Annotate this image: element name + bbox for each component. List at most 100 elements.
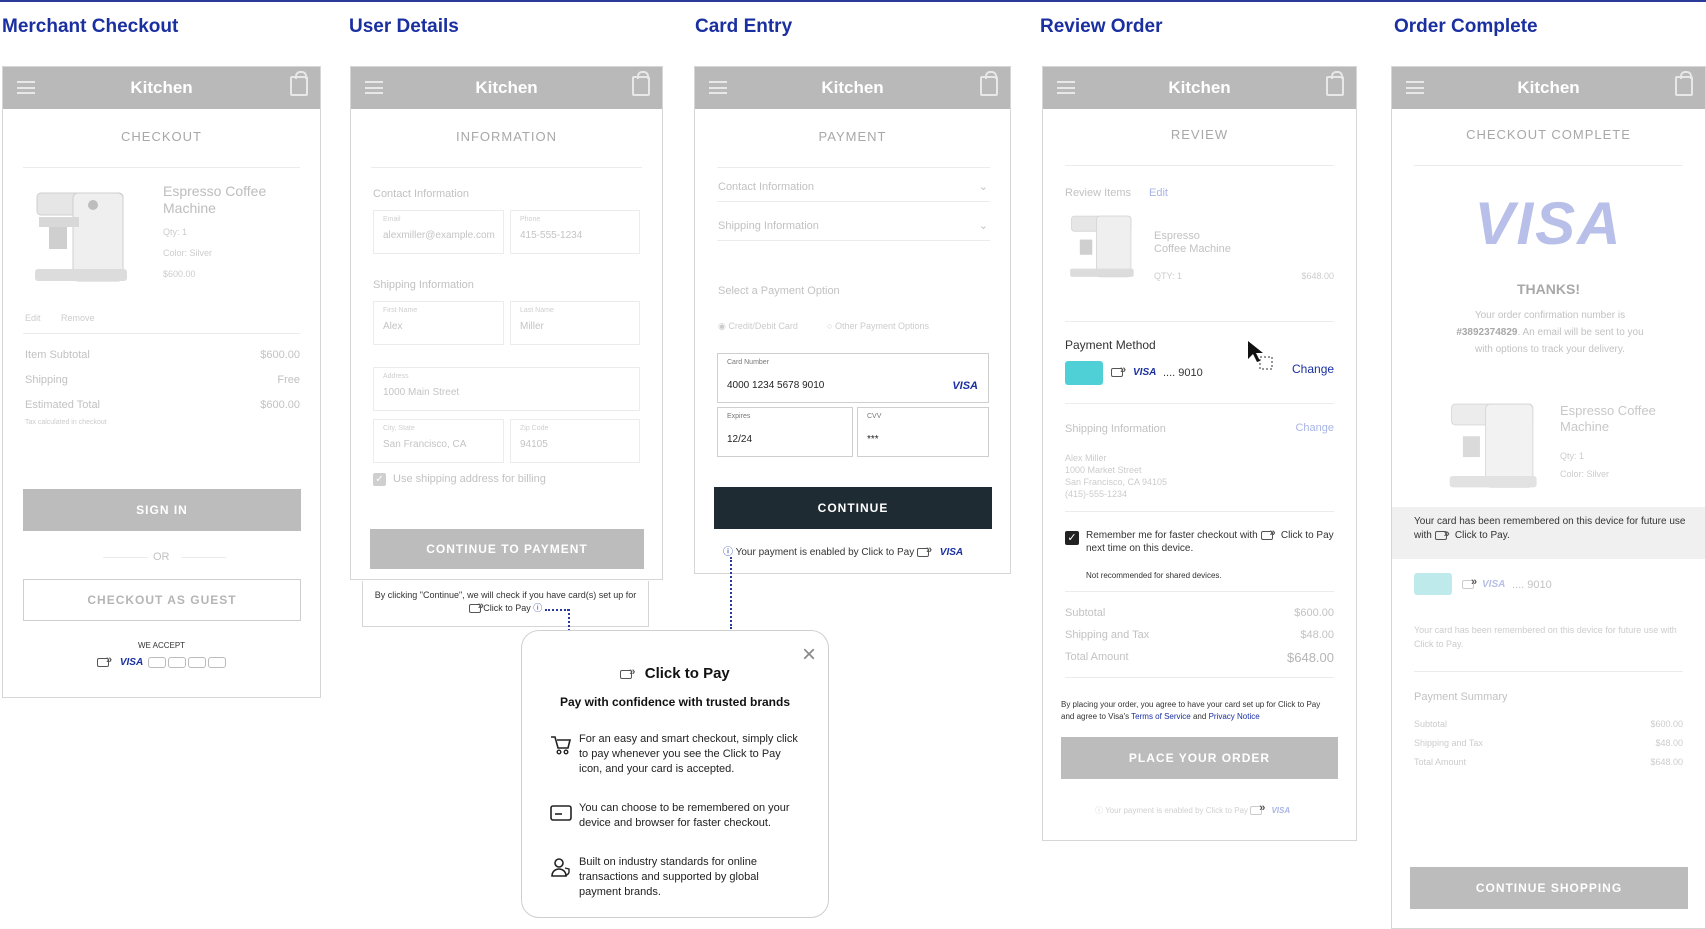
chevron-down-icon[interactable]: ⌄ (979, 180, 988, 193)
modal-benefit-checkout: For an easy and smart checkout, simply c… (579, 733, 798, 775)
step-title-user-details: User Details (349, 16, 459, 37)
remove-link[interactable]: Remove (61, 313, 95, 323)
shipping-value: Free (277, 374, 300, 386)
review-product-line2: Coffee Machine (1154, 243, 1231, 255)
espresso-machine-image (1449, 403, 1537, 488)
phone-review-order: Kitchen REVIEW Review Items Edit Espress… (1042, 66, 1357, 841)
note-ctp-text: Click to Pay (483, 603, 531, 613)
confirmation-text-middle: . An email will be sent to you (1517, 327, 1644, 338)
expires-label: Expires (727, 413, 751, 420)
divider (1065, 677, 1334, 678)
agreement-text: By placing your order, you agree to have… (1061, 699, 1346, 723)
menu-icon[interactable] (365, 81, 383, 94)
espresso-machine-image (35, 192, 127, 282)
payment-method-label: Payment Method (1065, 338, 1156, 352)
address-field[interactable]: Address 1000 Main Street (373, 367, 640, 411)
privacy-notice-link[interactable]: Privacy Notice (1209, 712, 1260, 721)
top-rule (0, 0, 1706, 2)
email-field[interactable]: Email alexmiller@example.com (373, 210, 504, 254)
change-shipping-link[interactable]: Change (1295, 422, 1334, 434)
expires-field[interactable]: Expires 12/24 (717, 407, 853, 457)
product-name: Espresso Coffee Machine (163, 183, 267, 216)
remember-me-checkbox[interactable]: ✓ (1065, 531, 1079, 545)
confirmation-text-start: Your order confirmation number is (1474, 310, 1626, 321)
connector-line (545, 609, 569, 611)
menu-icon[interactable] (1406, 81, 1424, 94)
review-edit-link[interactable]: Edit (1149, 187, 1168, 199)
city-state-field[interactable]: City, State San Francisco, CA (373, 419, 504, 463)
contact-information-accordion[interactable]: Contact Information (718, 181, 814, 193)
checkout-as-guest-button[interactable]: CHECKOUT AS GUEST (23, 579, 301, 621)
card-icon (550, 805, 572, 821)
phone-user-details: Kitchen INFORMATION Contact Information … (350, 66, 663, 580)
phone-order-complete: Kitchen CHECKOUT COMPLETE VISA THANKS! Y… (1391, 66, 1706, 929)
section-title: PAYMENT (818, 129, 887, 144)
click-to-pay-info-modal: × Click to Pay Pay with confidence with … (521, 630, 829, 918)
product-name: Espresso Coffee Machine (1560, 403, 1656, 434)
agreement-and: and (1192, 712, 1207, 721)
continue-to-payment-button[interactable]: CONTINUE TO PAYMENT (370, 529, 644, 569)
sign-in-button[interactable]: SIGN IN (23, 489, 301, 531)
place-your-order-button[interactable]: PLACE YOUR ORDER (1061, 737, 1338, 779)
terms-of-service-link[interactable]: Terms of Service (1131, 712, 1191, 721)
visa-logo: VISA (952, 380, 978, 392)
email-field-value: alexmiller@example.com (383, 230, 495, 241)
shopping-bag-icon[interactable] (632, 71, 650, 96)
cart-icon (551, 736, 572, 755)
shopping-bag-icon[interactable] (1675, 71, 1693, 96)
shopping-bag-icon[interactable] (980, 71, 998, 96)
brand-name: Kitchen (1517, 78, 1580, 97)
divider (103, 557, 148, 558)
click-to-pay-icon (1111, 364, 1126, 377)
edit-link[interactable]: Edit (25, 313, 41, 323)
last-name-field[interactable]: Last Name Miller (510, 301, 640, 345)
card-icon (147, 657, 166, 668)
zip-code-field-label: Zip Code (520, 425, 549, 432)
shipping-name: Alex Miller (1065, 453, 1107, 463)
step-title-merchant-checkout: Merchant Checkout (2, 16, 179, 37)
divider (181, 557, 226, 558)
payment-enabled-text: Your payment is enabled by Click to Pay (735, 547, 915, 558)
phone-field-label: Phone (520, 216, 541, 223)
card-last4: .... 9010 (1163, 367, 1203, 379)
shopping-bag-icon[interactable] (290, 71, 308, 96)
subtotal-value: $600.00 (1294, 607, 1334, 619)
phone-field[interactable]: Phone 415-555-1234 (510, 210, 640, 254)
cvv-field[interactable]: CVV *** (857, 407, 989, 457)
card-art-icon (1414, 573, 1452, 595)
payment-enabled-note: ⓘ Your payment is enabled by Click to Pa… (723, 543, 963, 558)
credit-debit-option[interactable]: ◉ Credit/Debit Card (718, 321, 798, 332)
remembered-banner-text: Your card has been remembered on this de… (1414, 515, 1692, 543)
info-icon[interactable]: ⓘ (533, 603, 542, 613)
phone-merchant-checkout: Kitchen CHECKOUT Espresso Coffee Machine… (2, 66, 321, 698)
other-payment-option[interactable]: ○ Other Payment Options (827, 321, 929, 331)
card-number-label: Card Number (727, 359, 770, 366)
billing-checkbox[interactable]: ✓ (373, 473, 386, 486)
shopping-bag-icon[interactable] (1326, 71, 1344, 96)
chevron-down-icon[interactable]: ⌄ (979, 219, 988, 232)
visa-logo: VISA (1482, 579, 1506, 590)
continue-button[interactable]: CONTINUE (714, 487, 992, 529)
modal-subtitle: Pay with confidence with trusted brands (559, 695, 791, 709)
shipping-information-accordion[interactable]: Shipping Information (718, 220, 819, 232)
estimated-total-value: $600.00 (260, 399, 300, 411)
product-color: Color: Silver (1560, 469, 1610, 479)
divider (717, 167, 990, 168)
zip-code-field[interactable]: Zip Code 94105 (510, 419, 640, 463)
visa-logo: VISA (1474, 190, 1623, 257)
menu-icon[interactable] (17, 81, 35, 94)
menu-icon[interactable] (1057, 81, 1075, 94)
card-number-field[interactable]: Card Number 4000 1234 5678 9010 VISA (717, 353, 989, 403)
step-title-order-complete: Order Complete (1394, 16, 1538, 37)
tax-note: Tax calculated in checkout (25, 419, 107, 426)
continue-shopping-button[interactable]: CONTINUE SHOPPING (1410, 867, 1688, 909)
change-payment-link[interactable]: Change (1292, 363, 1334, 376)
visa-logo: VISA (939, 547, 964, 558)
first-name-field[interactable]: First Name Alex (373, 301, 504, 345)
product-qty: Qty: 1 (163, 227, 188, 237)
click-to-pay-icon (1250, 802, 1265, 816)
app-header: Kitchen (1392, 67, 1705, 109)
menu-icon[interactable] (709, 81, 727, 94)
cvv-value: *** (867, 434, 879, 445)
section-title: INFORMATION (455, 129, 558, 144)
